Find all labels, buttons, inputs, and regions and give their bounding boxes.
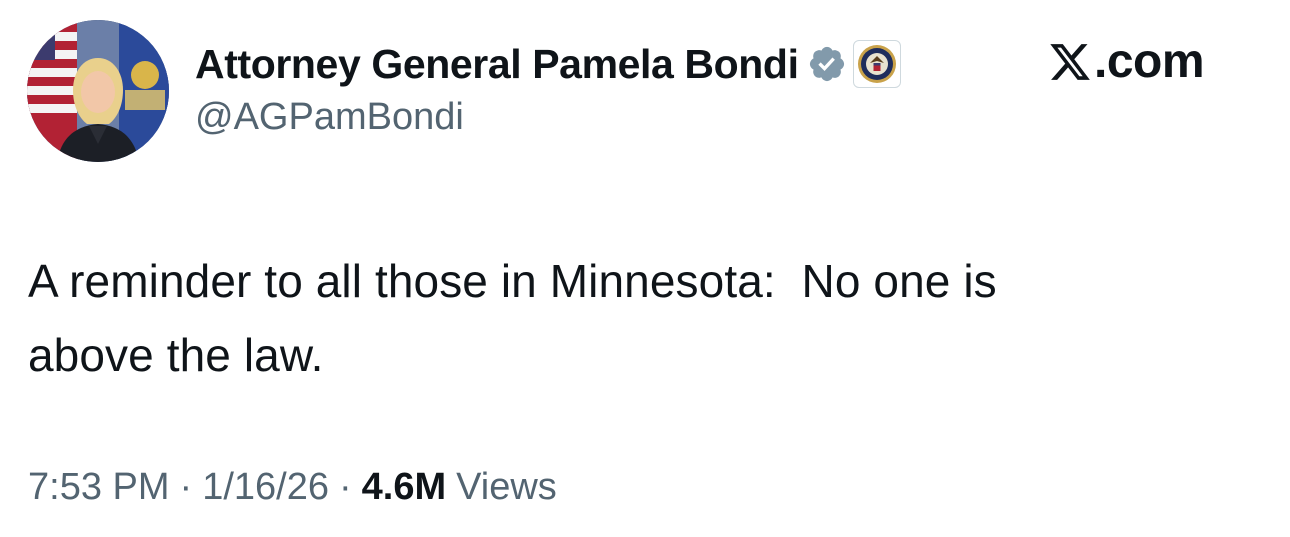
verified-badge-icon[interactable] bbox=[807, 44, 847, 84]
views-count[interactable]: 4.6M bbox=[362, 466, 446, 509]
site-watermark: .com bbox=[1048, 34, 1205, 89]
author-handle[interactable]: @AGPamBondi bbox=[195, 96, 1290, 139]
profile-photo-icon bbox=[27, 20, 169, 162]
tweet-text: A reminder to all those in Minnesota: No… bbox=[28, 255, 997, 381]
meta-separator: · bbox=[179, 466, 193, 508]
tweet-time[interactable]: 7:53 PM bbox=[28, 466, 170, 509]
meta-separator: · bbox=[338, 466, 352, 508]
avatar[interactable] bbox=[27, 20, 169, 162]
views-label: Views bbox=[456, 466, 557, 508]
tweet-card: Attorney General Pamela Bondi @AGPamBond… bbox=[0, 0, 1290, 537]
site-domain: .com bbox=[1094, 35, 1205, 88]
display-name[interactable]: Attorney General Pamela Bondi bbox=[195, 41, 799, 88]
tweet-meta: 7:53 PM · 1/16/26 · 4.6M Views bbox=[28, 466, 557, 509]
doj-seal-icon[interactable] bbox=[852, 40, 901, 88]
x-logo-icon bbox=[1050, 43, 1090, 80]
tweet-date[interactable]: 1/16/26 bbox=[202, 466, 329, 509]
